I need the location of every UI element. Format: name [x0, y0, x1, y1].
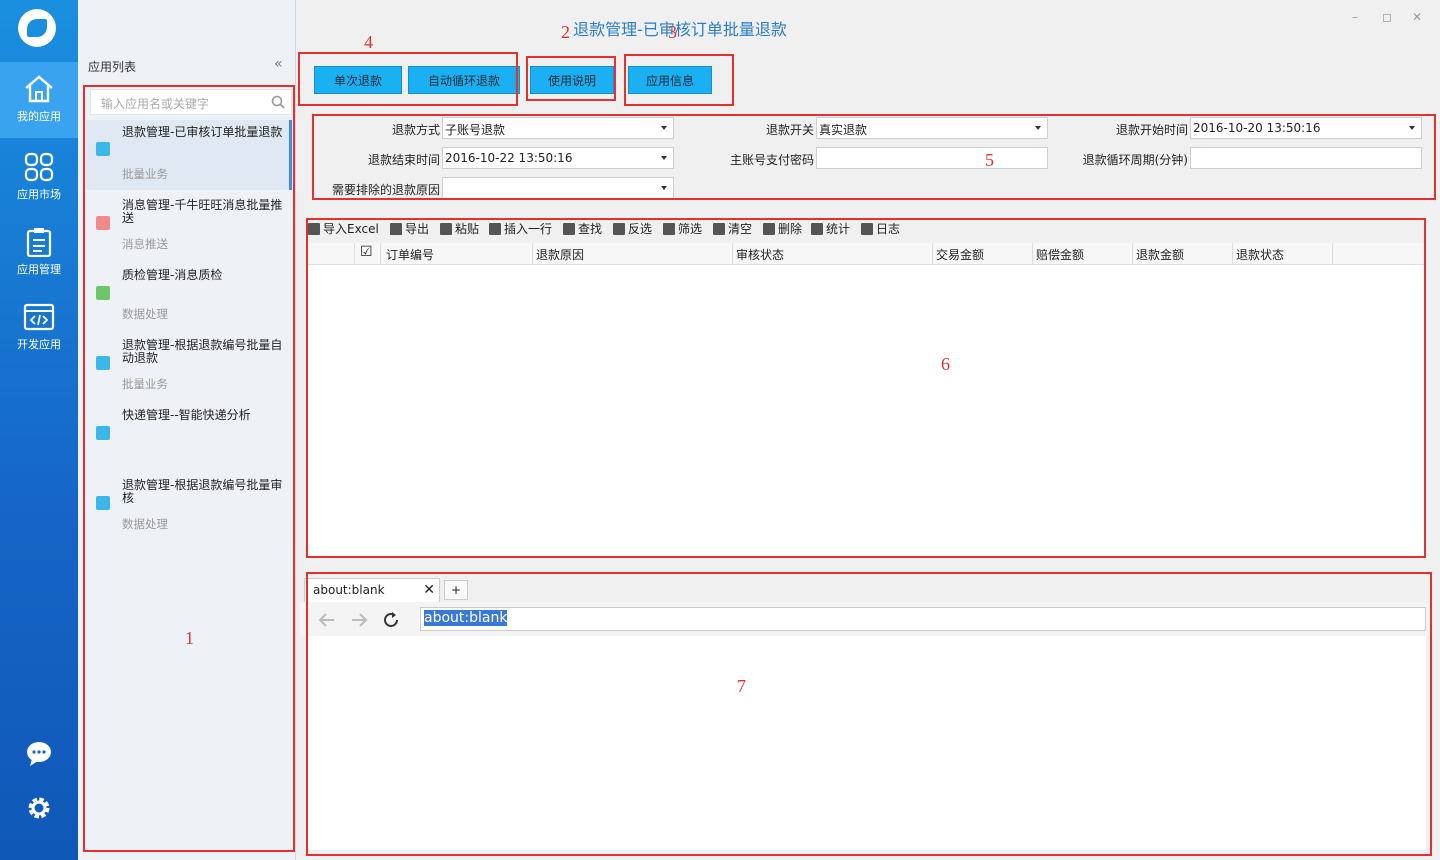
close-button[interactable]: ✕ [1412, 10, 1422, 24]
annotation-box-6 [306, 218, 1426, 558]
annotation-number-6: 6 [941, 354, 950, 374]
collapse-button[interactable]: « [274, 56, 283, 72]
home-icon [25, 75, 53, 103]
app-logo [18, 9, 56, 47]
minimize-button[interactable]: – [1352, 10, 1358, 24]
annotation-number-5: 5 [985, 150, 994, 170]
annotation-box-1 [83, 85, 295, 852]
annotation-number-4: 4 [364, 32, 373, 52]
clipboard-icon [26, 228, 52, 257]
annotation-box-7 [306, 572, 1432, 856]
chat-icon[interactable] [25, 739, 53, 767]
nav-label: 应用市场 [17, 188, 61, 201]
gear-icon[interactable] [25, 794, 53, 822]
nav-label: 开发应用 [17, 338, 61, 351]
code-icon [23, 303, 55, 331]
annotation-number-7: 7 [737, 676, 746, 696]
window-controls: – ◻ ✕ [1352, 10, 1432, 26]
annotation-box-3 [624, 54, 734, 106]
maximize-button[interactable]: ◻ [1382, 10, 1392, 24]
annotation-number-2: 2 [561, 22, 570, 42]
grid-icon [24, 152, 54, 182]
annotation-box-4 [298, 52, 518, 106]
annotation-box-2 [526, 56, 616, 101]
nav-develop[interactable]: 开发应用 [0, 290, 78, 366]
annotation-number-1: 1 [185, 628, 194, 648]
annotation-number-3: 3 [668, 22, 677, 42]
nav-label: 应用管理 [17, 263, 61, 276]
nav-market[interactable]: 应用市场 [0, 140, 78, 216]
nav-app-manage[interactable]: 应用管理 [0, 215, 78, 291]
nav-label: 我的应用 [17, 110, 61, 123]
app-list-title: 应用列表 [88, 60, 137, 74]
nav-my-apps[interactable]: 我的应用 [0, 62, 78, 138]
annotation-box-5 [312, 114, 1436, 200]
left-nav: 我的应用 应用市场 应用管理 开发应用 [0, 0, 78, 860]
window-title: 退款管理-已审核订单批量退款 [573, 20, 787, 39]
